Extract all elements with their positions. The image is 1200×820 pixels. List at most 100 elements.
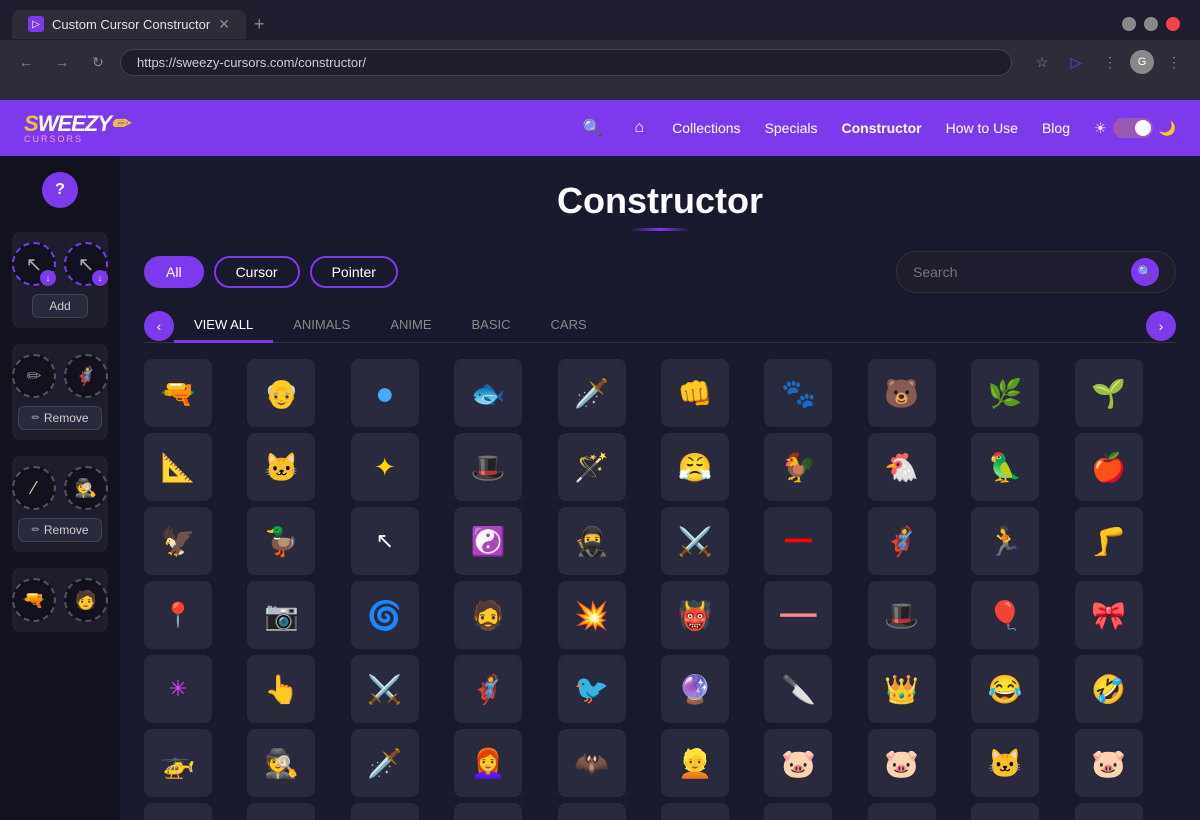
cursor-item[interactable]: 🐱: [971, 729, 1039, 797]
back-button[interactable]: ←: [12, 48, 40, 76]
cursor-item[interactable]: 📐: [144, 433, 212, 501]
cursor-slot-3b[interactable]: 🕵: [64, 466, 108, 510]
cursor-slot-1a[interactable]: ↖ ↓: [12, 242, 56, 286]
cursor-item[interactable]: 🐸: [868, 803, 936, 820]
extensions-button[interactable]: ⋮: [1096, 48, 1124, 76]
cursor-item[interactable]: 🔫: [144, 359, 212, 427]
cursor-item[interactable]: 🦇: [558, 729, 626, 797]
cursor-item[interactable]: 💥: [558, 581, 626, 649]
cursor-item[interactable]: 🗡️: [558, 359, 626, 427]
cursor-slot-2b[interactable]: 🦸: [64, 354, 108, 398]
cursor-item[interactable]: 🐔: [868, 433, 936, 501]
toggle-track[interactable]: [1113, 118, 1153, 138]
cursor-item[interactable]: 🦸: [454, 655, 522, 723]
cursor-item[interactable]: 🐙: [971, 803, 1039, 820]
cursor-item[interactable]: 👊: [661, 359, 729, 427]
cursor-item[interactable]: ━━━: [764, 581, 832, 649]
cursor-item[interactable]: 🐻: [868, 359, 936, 427]
window-minimize[interactable]: [1122, 17, 1136, 31]
address-bar[interactable]: https://sweezy-cursors.com/constructor/: [120, 49, 1012, 76]
cursor-slot-2a[interactable]: ✏: [12, 354, 56, 398]
cursor-item[interactable]: 😤: [661, 433, 729, 501]
cursor-item[interactable]: ✦: [351, 433, 419, 501]
cursor-item[interactable]: 🔪: [764, 655, 832, 723]
cursor-item[interactable]: 🐦: [558, 655, 626, 723]
cursor-item[interactable]: 🗡️: [351, 729, 419, 797]
theme-toggle[interactable]: ☀ 🌙: [1094, 118, 1176, 138]
cursor-item[interactable]: 📍: [144, 581, 212, 649]
cursor-item[interactable]: 🦋: [558, 803, 626, 820]
cursor-slot-3a[interactable]: ⁄: [12, 466, 56, 510]
cursor-item[interactable]: ●: [351, 359, 419, 427]
menu-button[interactable]: ⋮: [1160, 48, 1188, 76]
cursor-item[interactable]: 🕵️: [247, 803, 315, 820]
cursor-item[interactable]: 🎩: [454, 433, 522, 501]
filter-all-button[interactable]: All: [144, 256, 204, 288]
cursor-item[interactable]: 🤣: [1075, 655, 1143, 723]
constructor-link[interactable]: Constructor: [841, 120, 921, 136]
active-tab[interactable]: ▷ Custom Cursor Constructor ✕: [12, 10, 246, 39]
cursor-item[interactable]: 🐱: [247, 433, 315, 501]
cursor-item[interactable]: 🎀: [1075, 581, 1143, 649]
how-to-use-link[interactable]: How to Use: [946, 120, 1018, 136]
cursor-slot-4b[interactable]: 🧑: [64, 578, 108, 622]
window-close[interactable]: [1166, 17, 1180, 31]
cursor-item[interactable]: 🌀: [351, 581, 419, 649]
extension-play-button[interactable]: ▷: [1062, 48, 1090, 76]
cursor-item[interactable]: 🌿: [971, 359, 1039, 427]
cursor-item[interactable]: 👧: [454, 803, 522, 820]
cursor-item[interactable]: 👱‍♀️: [661, 803, 729, 820]
cursor-item[interactable]: 🦜: [971, 433, 1039, 501]
add-button[interactable]: Add: [32, 294, 87, 318]
forward-button[interactable]: →: [48, 48, 76, 76]
search-nav-button[interactable]: 🔍: [578, 114, 606, 142]
cursor-item[interactable]: 🔮: [661, 655, 729, 723]
specials-link[interactable]: Specials: [765, 120, 818, 136]
cursor-item[interactable]: 👱: [661, 729, 729, 797]
cursor-item[interactable]: ⚔️: [351, 655, 419, 723]
cursor-item[interactable]: 🥷: [558, 507, 626, 575]
cursor-item[interactable]: 🍎: [1075, 433, 1143, 501]
cursor-item[interactable]: 🚁: [144, 729, 212, 797]
cursor-item[interactable]: 🐟: [454, 359, 522, 427]
cursor-item[interactable]: 🐷: [868, 729, 936, 797]
cursor-item[interactable]: 👴: [247, 359, 315, 427]
cursor-grid-container[interactable]: 🔫 👴 ● 🐟 🗡️ 👊 🐾 🐻 🌿 🌱 📐 🐱 ✦ 🎩 🪄: [144, 359, 1176, 820]
cursor-item[interactable]: 🌱: [1075, 359, 1143, 427]
tab-view-all[interactable]: VIEW ALL: [174, 309, 273, 343]
remove-button-1[interactable]: ✏ Remove: [18, 406, 101, 430]
filter-cursor-button[interactable]: Cursor: [214, 256, 300, 288]
cursor-item[interactable]: ━━: [764, 507, 832, 575]
cursor-item[interactable]: 🦆: [247, 507, 315, 575]
cursor-item[interactable]: ⚔️: [661, 507, 729, 575]
cursor-item[interactable]: 🦅: [144, 507, 212, 575]
blog-link[interactable]: Blog: [1042, 120, 1070, 136]
cursor-item[interactable]: ✳: [144, 655, 212, 723]
filter-pointer-button[interactable]: Pointer: [310, 256, 398, 288]
cursor-item[interactable]: 🗡️: [351, 803, 419, 820]
cursor-item[interactable]: 🐸: [764, 803, 832, 820]
tab-close-button[interactable]: ✕: [218, 16, 230, 33]
cursor-item[interactable]: 🦵: [1075, 507, 1143, 575]
cursor-item[interactable]: 🕵️: [247, 729, 315, 797]
tab-animals[interactable]: ANIMALS: [273, 309, 370, 343]
cursor-item[interactable]: 🐷: [1075, 803, 1143, 820]
search-submit-button[interactable]: 🔍: [1131, 258, 1159, 286]
cursor-item[interactable]: ☯️: [454, 507, 522, 575]
cursor-item[interactable]: 👹: [661, 581, 729, 649]
collections-link[interactable]: Collections: [672, 120, 740, 136]
cursor-item[interactable]: 🐷: [1075, 729, 1143, 797]
cursor-slot-1b[interactable]: ↖ ↓: [64, 242, 108, 286]
cursor-slot-4a[interactable]: 🔫: [12, 578, 56, 622]
cursor-item[interactable]: 🐷: [764, 729, 832, 797]
cursor-item[interactable]: 🎈: [971, 581, 1039, 649]
cursor-item[interactable]: 👩‍🦰: [454, 729, 522, 797]
profile-button[interactable]: G: [1130, 50, 1154, 74]
category-prev-button[interactable]: ‹: [144, 311, 174, 341]
cursor-item[interactable]: 🐓: [764, 433, 832, 501]
new-tab-button[interactable]: +: [254, 14, 265, 35]
tab-basic[interactable]: BASIC: [452, 309, 531, 343]
remove-button-2[interactable]: ✏ Remove: [18, 518, 101, 542]
cursor-item[interactable]: 🧔: [454, 581, 522, 649]
window-maximize[interactable]: [1144, 17, 1158, 31]
